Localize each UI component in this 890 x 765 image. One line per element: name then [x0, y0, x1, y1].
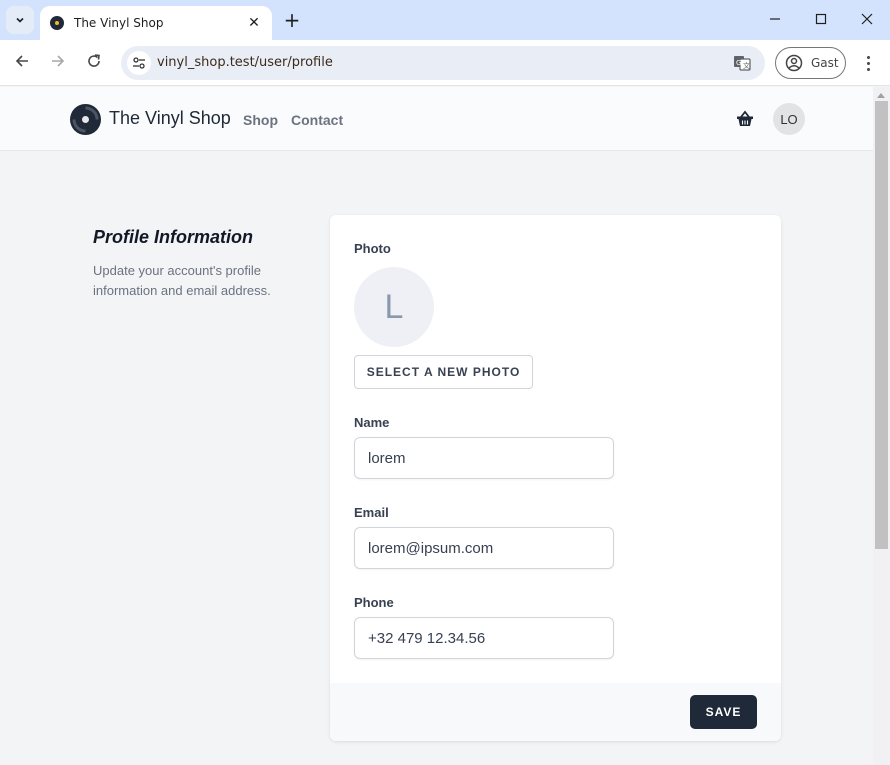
close-icon	[861, 13, 873, 25]
name-input[interactable]	[354, 437, 614, 479]
account-circle-icon	[785, 54, 803, 72]
vinyl-record-logo-icon[interactable]	[70, 104, 101, 135]
back-button[interactable]	[11, 52, 33, 74]
chevron-down-icon	[16, 17, 24, 23]
browser-toolbar: vinyl_shop.test/user/profile G文 Gast	[0, 40, 890, 86]
tab-title: The Vinyl Shop	[74, 16, 164, 30]
browser-tabstrip: The Vinyl Shop ✕ +	[0, 0, 890, 40]
svg-text:文: 文	[743, 61, 750, 70]
site-header: The Vinyl Shop Shop Contact LO	[0, 87, 873, 151]
tab-close-icon[interactable]: ✕	[246, 15, 262, 31]
scroll-up-arrow-icon[interactable]	[877, 93, 885, 98]
dot-icon	[866, 55, 870, 59]
minimize-icon	[770, 18, 780, 20]
forward-button[interactable]	[47, 52, 69, 74]
page-viewport: The Vinyl Shop Shop Contact LO Profile I…	[0, 87, 873, 765]
dot-icon	[866, 67, 870, 71]
vinyl-favicon-icon	[50, 16, 64, 30]
site-info-button[interactable]	[127, 51, 151, 75]
svg-text:G: G	[736, 59, 741, 67]
nav-link-shop[interactable]: Shop	[243, 112, 278, 128]
tune-icon	[133, 57, 145, 69]
select-photo-button[interactable]: SELECT A NEW PHOTO	[354, 355, 533, 389]
site-brand[interactable]: The Vinyl Shop	[109, 108, 231, 129]
reload-icon	[88, 54, 100, 67]
address-bar[interactable]: vinyl_shop.test/user/profile G文	[121, 46, 765, 80]
page-scrollbar[interactable]	[873, 87, 890, 765]
save-button[interactable]: SAVE	[690, 695, 757, 729]
basket-icon[interactable]	[736, 110, 754, 128]
new-tab-button[interactable]: +	[282, 8, 302, 32]
url-text[interactable]: vinyl_shop.test/user/profile	[157, 55, 333, 70]
browser-menu-button[interactable]	[860, 52, 876, 74]
name-label: Name	[354, 415, 390, 430]
maximize-icon	[815, 13, 827, 25]
section-title: Profile Information	[93, 227, 254, 247]
phone-label: Phone	[354, 595, 394, 610]
browser-tab[interactable]: The Vinyl Shop ✕	[40, 6, 272, 40]
profile-photo: L	[354, 267, 434, 347]
photo-label: Photo	[354, 241, 391, 256]
email-label: Email	[354, 505, 389, 520]
nav-link-contact[interactable]: Contact	[291, 112, 343, 128]
window-close-button[interactable]	[855, 8, 879, 32]
reload-button[interactable]	[83, 52, 105, 74]
maximize-button[interactable]	[809, 8, 833, 32]
user-avatar[interactable]: LO	[773, 103, 805, 135]
phone-input[interactable]	[354, 617, 614, 659]
dot-icon	[866, 61, 870, 65]
form-footer: SAVE	[330, 683, 781, 741]
profile-label: Gast	[811, 56, 839, 70]
arrow-right-icon	[52, 55, 65, 67]
profile-form-card: Photo L SELECT A NEW PHOTO Name Email Ph…	[330, 215, 781, 741]
scrollbar-thumb[interactable]	[875, 101, 888, 549]
arrow-left-icon	[15, 55, 28, 67]
tab-search-button[interactable]	[6, 6, 34, 34]
translate-icon[interactable]: G文	[733, 54, 751, 72]
email-input[interactable]	[354, 527, 614, 569]
minimize-button[interactable]	[763, 8, 787, 32]
section-description: Update your account's profile informatio…	[93, 263, 271, 298]
profile-button[interactable]: Gast	[775, 47, 846, 79]
